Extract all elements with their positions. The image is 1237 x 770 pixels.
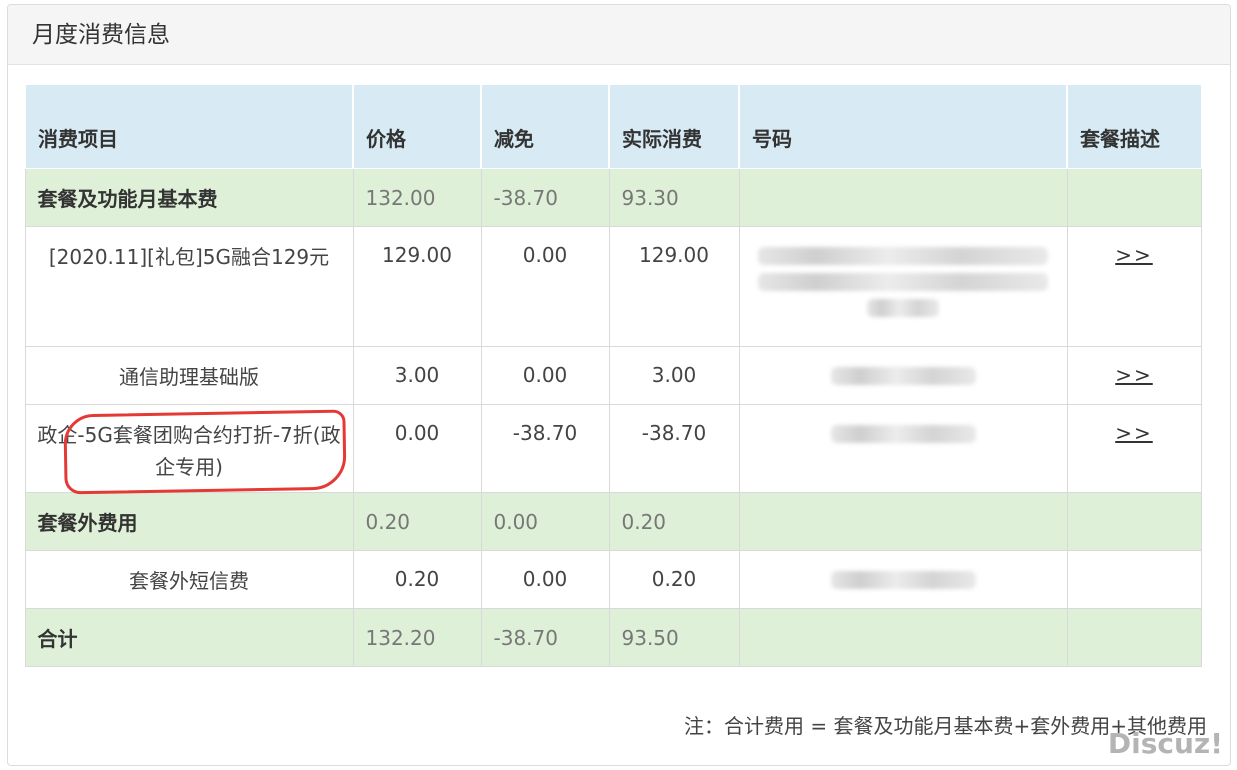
table-row: 套餐外短信费 0.20 0.00 0.20 [24, 550, 1202, 609]
item-price: 0.00 [352, 404, 482, 493]
item-price: 0.20 [352, 550, 482, 609]
group-number [738, 492, 1068, 551]
total-desc [1066, 608, 1202, 667]
col-header-item: 消费项目 [24, 84, 354, 169]
item-discount: 0.00 [480, 346, 610, 405]
panel-title: 月度消费信息 [8, 5, 1230, 65]
col-header-actual: 实际消费 [608, 84, 740, 169]
table-row: [2020.11][礼包]5G融合129元 129.00 0.00 129.00… [24, 226, 1202, 347]
item-discount: 0.00 [480, 226, 610, 347]
group-actual: 93.30 [608, 168, 740, 227]
group-row-extra-fee: 套餐外费用 0.20 0.00 0.20 [24, 492, 1202, 551]
red-annotation-circle [63, 409, 347, 495]
item-actual: 0.20 [608, 550, 740, 609]
col-header-plan-desc: 套餐描述 [1066, 84, 1202, 169]
group-price: 132.00 [352, 168, 482, 227]
group-row-basic-fee: 套餐及功能月基本费 132.00 -38.70 93.30 [24, 168, 1202, 227]
item-name: 通信助理基础版 [24, 346, 354, 405]
group-number [738, 168, 1068, 227]
item-number-redacted [738, 346, 1068, 405]
col-header-price: 价格 [352, 84, 482, 169]
discuz-watermark: Discuz! [1107, 727, 1223, 760]
table-row: 通信助理基础版 3.00 0.00 3.00 >> [24, 346, 1202, 405]
group-actual: 0.20 [608, 492, 740, 551]
group-name: 套餐及功能月基本费 [24, 168, 354, 227]
total-discount: -38.70 [480, 608, 610, 667]
item-discount: -38.70 [480, 404, 610, 493]
plan-desc-empty [1066, 550, 1202, 609]
group-desc [1066, 492, 1202, 551]
group-price: 0.20 [352, 492, 482, 551]
item-price: 3.00 [352, 346, 482, 405]
group-desc [1066, 168, 1202, 227]
group-name: 套餐外费用 [24, 492, 354, 551]
item-actual: -38.70 [608, 404, 740, 493]
total-row: 合计 132.20 -38.70 93.50 [24, 608, 1202, 667]
item-price: 129.00 [352, 226, 482, 347]
item-name: 套餐外短信费 [24, 550, 354, 609]
item-name: [2020.11][礼包]5G融合129元 [24, 226, 354, 347]
col-header-number: 号码 [738, 84, 1068, 169]
group-discount: 0.00 [480, 492, 610, 551]
item-actual: 3.00 [608, 346, 740, 405]
consumption-table: 消费项目 价格 减免 实际消费 号码 套餐描述 套餐及功能月基本费 132.00… [24, 84, 1202, 667]
item-actual: 129.00 [608, 226, 740, 347]
total-number [738, 608, 1068, 667]
item-discount: 0.00 [480, 550, 610, 609]
plan-desc-link[interactable]: >> [1066, 346, 1202, 405]
group-discount: -38.70 [480, 168, 610, 227]
total-price: 132.20 [352, 608, 482, 667]
col-header-discount: 减免 [480, 84, 610, 169]
plan-desc-link[interactable]: >> [1066, 404, 1202, 493]
item-number-redacted [738, 404, 1068, 493]
item-number-redacted [738, 550, 1068, 609]
plan-desc-link[interactable]: >> [1066, 226, 1202, 347]
table-header-row: 消费项目 价格 减免 实际消费 号码 套餐描述 [24, 84, 1202, 169]
item-number-redacted [738, 226, 1068, 347]
total-actual: 93.50 [608, 608, 740, 667]
total-label: 合计 [24, 608, 354, 667]
